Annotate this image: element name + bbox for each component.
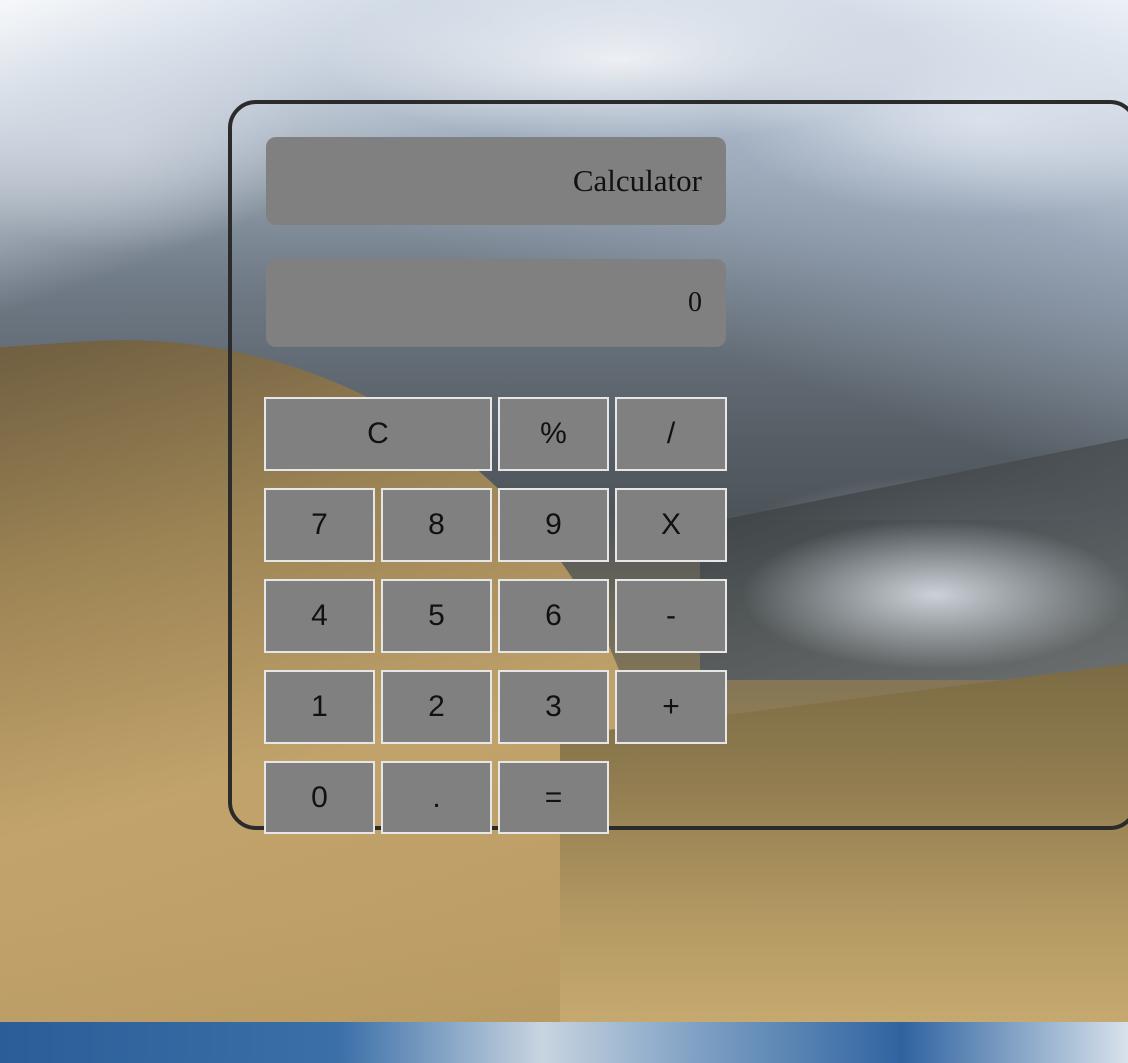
digit-6-button[interactable]: 6: [498, 579, 609, 653]
calculator-title: Calculator: [572, 163, 702, 198]
digit-5-button[interactable]: 5: [381, 579, 492, 653]
decimal-button[interactable]: .: [381, 761, 492, 834]
digit-3-button[interactable]: 3: [498, 670, 609, 744]
digit-9-button[interactable]: 9: [498, 488, 609, 562]
digit-2-button[interactable]: 2: [381, 670, 492, 744]
app-window: Calculator 0 C % / 7 8 9 X 4 5 6 - 1 2 3…: [0, 0, 1128, 1063]
divide-button[interactable]: /: [615, 397, 727, 471]
digit-7-button[interactable]: 7: [264, 488, 375, 562]
bottom-background-strip: [0, 1022, 1128, 1063]
percent-button[interactable]: %: [498, 397, 609, 471]
add-button[interactable]: +: [615, 670, 727, 744]
digit-0-button[interactable]: 0: [264, 761, 375, 834]
calculator-title-display: Calculator: [266, 137, 726, 225]
digit-1-button[interactable]: 1: [264, 670, 375, 744]
clear-button[interactable]: C: [264, 397, 492, 471]
digit-4-button[interactable]: 4: [264, 579, 375, 653]
multiply-button[interactable]: X: [615, 488, 727, 562]
subtract-button[interactable]: -: [615, 579, 727, 653]
calculator-result-display: 0: [266, 259, 726, 347]
equals-button[interactable]: =: [498, 761, 609, 834]
digit-8-button[interactable]: 8: [381, 488, 492, 562]
result-value: 0: [688, 287, 702, 318]
